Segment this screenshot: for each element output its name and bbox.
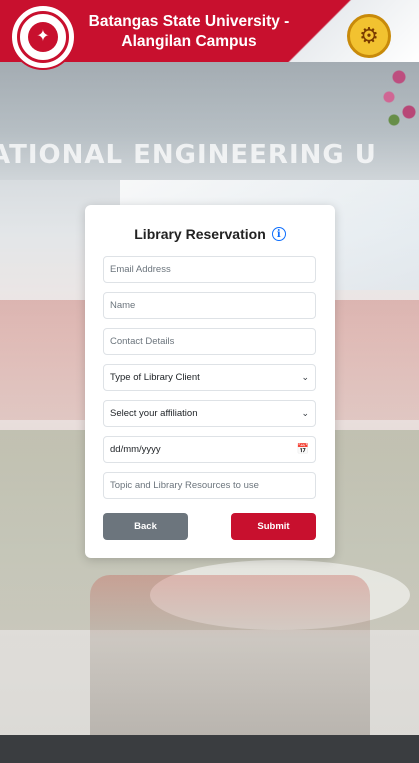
- form-title: Library Reservation: [134, 226, 266, 242]
- email-field[interactable]: Email Address: [103, 256, 316, 283]
- torch-icon: ✦: [36, 28, 50, 45]
- calendar-icon[interactable]: 📅: [297, 444, 309, 455]
- affiliation-select[interactable]: Select your affiliation ⌄: [103, 400, 316, 427]
- chevron-down-icon: ⌄: [301, 408, 309, 418]
- date-input[interactable]: dd/mm/yyyy 📅: [103, 436, 316, 463]
- topic-resources-field[interactable]: Topic and Library Resources to use: [103, 472, 316, 499]
- university-seal-logo: ✦: [10, 4, 76, 70]
- engineering-cog-logo: ⚙: [347, 14, 391, 58]
- date-value: dd/mm/yyyy: [110, 444, 161, 455]
- contact-placeholder: Contact Details: [110, 336, 175, 347]
- seal-ring: ✦: [17, 11, 69, 63]
- header-title-line1: Batangas State University -: [88, 13, 290, 30]
- seal-center: ✦: [28, 22, 58, 52]
- header-title: Batangas State University - Alangilan Ca…: [84, 12, 294, 52]
- chevron-down-icon: ⌄: [301, 372, 309, 382]
- header-title-line2: Alangilan Campus: [121, 33, 257, 50]
- building-sign-text: ATIONAL ENGINEERING U: [0, 140, 377, 170]
- topic-placeholder: Topic and Library Resources to use: [110, 480, 259, 491]
- form-title-row: Library Reservation i: [103, 224, 317, 244]
- flowers-decoration: [379, 62, 419, 130]
- name-placeholder: Name: [110, 300, 136, 311]
- affiliation-value: Select your affiliation: [110, 408, 198, 419]
- name-field[interactable]: Name: [103, 292, 316, 319]
- back-button[interactable]: Back: [103, 513, 188, 540]
- page-footer: [0, 735, 419, 763]
- building-entrance: [90, 575, 370, 735]
- client-type-value: Type of Library Client: [110, 372, 200, 383]
- email-placeholder: Email Address: [110, 264, 171, 275]
- client-type-select[interactable]: Type of Library Client ⌄: [103, 364, 316, 391]
- reservation-form-card: Library Reservation i Email Address Name…: [85, 205, 335, 558]
- info-circle-icon[interactable]: i: [271, 227, 286, 241]
- submit-button[interactable]: Submit: [231, 513, 316, 540]
- contact-details-field[interactable]: Contact Details: [103, 328, 316, 355]
